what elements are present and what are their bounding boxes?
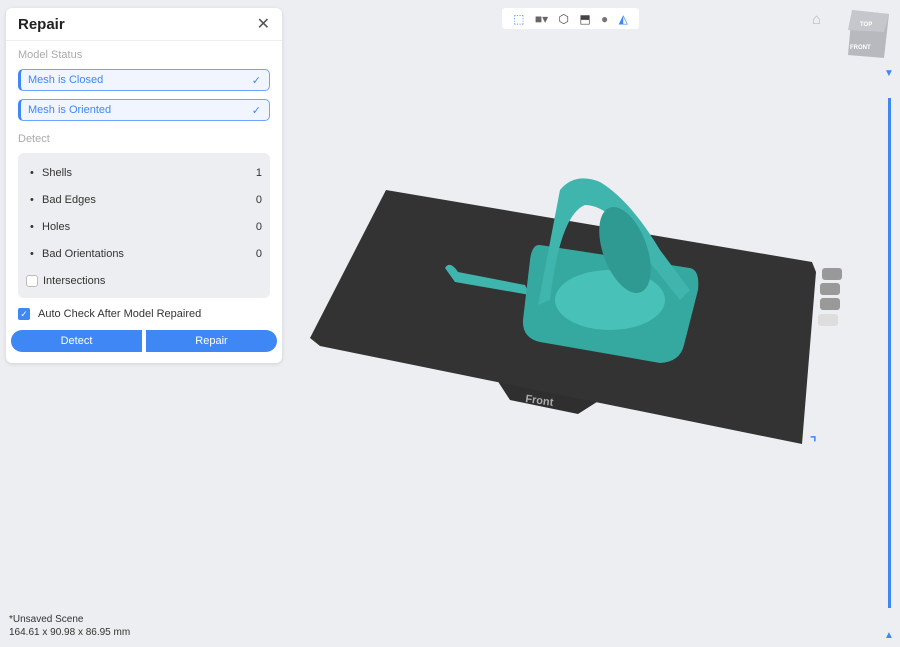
arrange-icon[interactable] [820,283,840,295]
scene-name: *Unsaved Scene [9,614,84,625]
delete-icon[interactable] [818,314,838,326]
layer-bottom-icon[interactable]: ▲ [884,630,894,641]
cube-top-label: TOP [860,22,872,28]
scene-info: *Unsaved Scene 164.61 x 90.98 x 86.95 mm [9,613,130,639]
viewport-3d[interactable]: TOP FRONT ▼ ▲ Front ⌝ [0,0,900,647]
model-dimensions: 164.61 x 90.98 x 86.95 mm [9,627,131,638]
layer-slider[interactable] [888,98,891,608]
axis-indicator-icon: ⌝ [810,434,817,450]
side-toolbar [818,268,842,326]
plate-front-label: Front [525,393,555,409]
cube-front-label: FRONT [850,45,871,51]
add-icon[interactable] [822,268,842,280]
layer-top-icon[interactable]: ▼ [884,68,894,79]
lay-flat-icon[interactable] [820,298,840,310]
view-cube[interactable]: TOP FRONT [848,10,889,58]
